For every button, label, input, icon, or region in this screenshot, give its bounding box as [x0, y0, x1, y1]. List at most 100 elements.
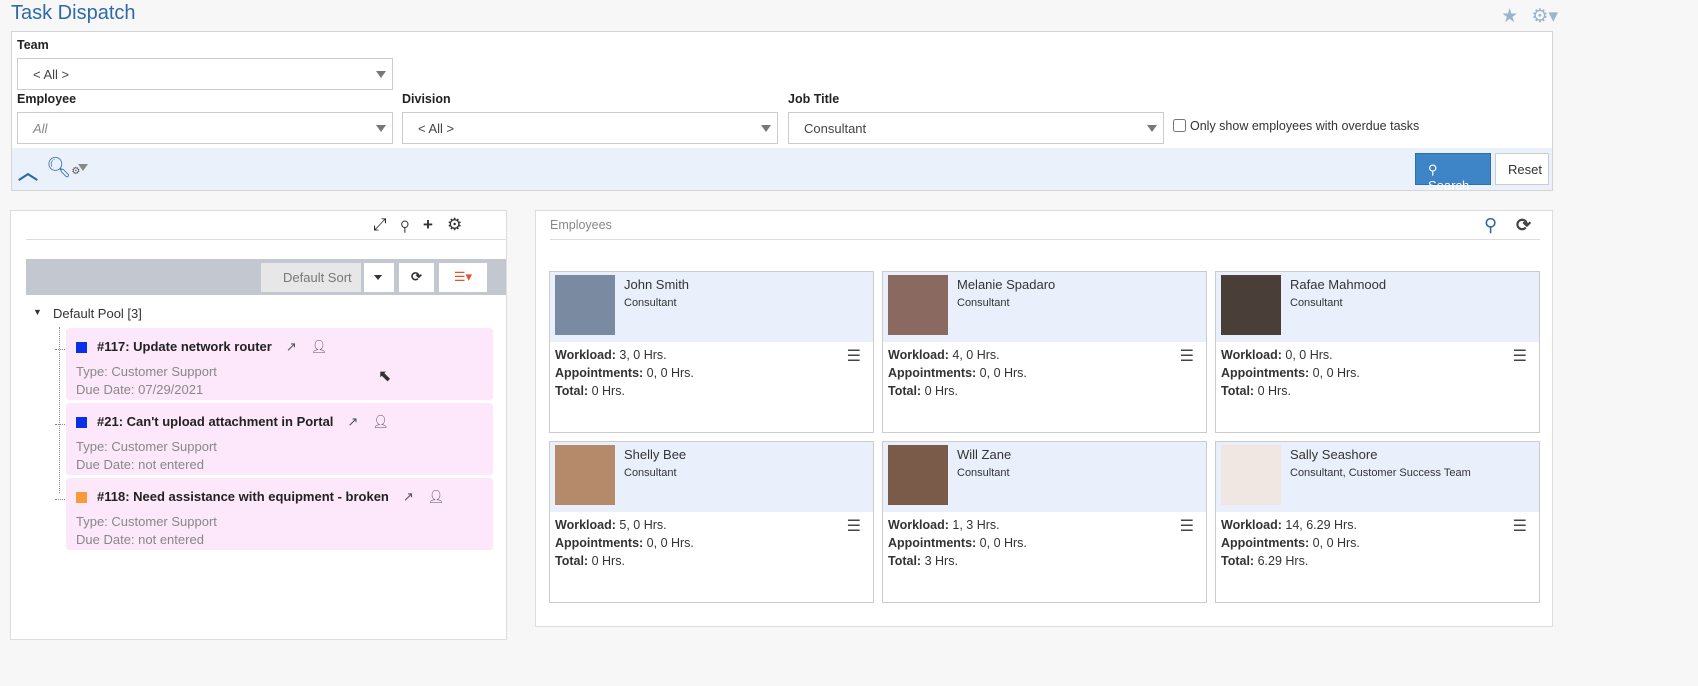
workload-value: 5, 0 Hrs.: [619, 518, 667, 532]
filter-toolbar: ︿ 🔍︎⚙ ⚲ Search Reset: [12, 148, 1552, 193]
employee-card-header: Sally Seashore Consultant, Customer Succ…: [1216, 442, 1539, 512]
sort-dropdown-button[interactable]: [364, 263, 394, 292]
open-external-icon[interactable]: ↗: [403, 489, 414, 505]
chevron-down-icon: [376, 125, 386, 132]
appointments-label: Appointments:: [1221, 366, 1310, 380]
appointments-value: 0, 0 Hrs.: [979, 536, 1027, 550]
mouse-cursor-icon: ⬉: [378, 368, 392, 385]
overdue-checkbox-row[interactable]: Only show employees with overdue tasks: [1173, 119, 1419, 133]
division-label: Division: [402, 92, 451, 106]
assign-contact-icon[interactable]: 👤︎: [311, 339, 328, 355]
view-options-button[interactable]: ☰▾: [439, 263, 487, 292]
add-icon[interactable]: +: [423, 215, 447, 234]
task-list-icon[interactable]: ☰: [1180, 346, 1194, 366]
open-external-icon[interactable]: ↗: [286, 339, 297, 355]
task-type: Type: Customer Support: [76, 514, 217, 529]
workload-label: Workload:: [555, 518, 616, 532]
employees-title: Employees: [550, 218, 612, 232]
workload-label: Workload:: [1221, 518, 1282, 532]
task-item[interactable]: #118: Need assistance with equipment - b…: [66, 478, 493, 550]
total-value: 6.29 Hrs.: [1257, 554, 1309, 568]
employee-name: Shelly Bee: [624, 447, 687, 462]
task-list-icon[interactable]: ☰: [1513, 516, 1527, 536]
employee-card[interactable]: Sally Seashore Consultant, Customer Succ…: [1215, 441, 1540, 603]
total-value: 0 Hrs.: [924, 384, 958, 398]
team-select[interactable]: < All >: [17, 58, 393, 90]
pool-label[interactable]: Default Pool [3]: [53, 306, 142, 321]
employee-job-title: Consultant: [957, 297, 1010, 309]
employee-job-title: Consultant: [957, 467, 1010, 479]
workload-label: Workload:: [1221, 348, 1282, 362]
employee-select[interactable]: All: [17, 112, 393, 144]
settings-gear-icon[interactable]: ⚙: [447, 215, 476, 234]
employee-name: Will Zane: [957, 447, 1012, 462]
employee-name: Rafae Mahmood: [1290, 277, 1387, 292]
tree-branch: [55, 499, 65, 500]
chevron-down-icon: [761, 125, 771, 132]
avatar: [888, 445, 948, 505]
reset-button[interactable]: Reset: [1495, 153, 1549, 185]
appointments-value: 0, 0 Hrs.: [646, 366, 694, 380]
total-label: Total:: [1221, 384, 1255, 398]
task-item[interactable]: #21: Can't upload attachment in Portal ↗ 👤…: [66, 403, 493, 475]
refresh-button[interactable]: ⟳: [399, 263, 434, 292]
refresh-icon[interactable]: ⟳: [1516, 215, 1531, 236]
task-item[interactable]: #117: Update network router ↗ 👤︎ Type: Cus…: [66, 328, 493, 400]
search-icon[interactable]: ⚲: [1484, 215, 1497, 236]
employees-panel: Employees ⚲ ⟳ John Smith Consultant ☰ Wo…: [535, 210, 1553, 627]
collapse-triangle-icon[interactable]: ▼: [33, 307, 42, 317]
employee-card[interactable]: John Smith Consultant ☰ Workload: 3, 0 H…: [549, 271, 874, 433]
task-list-icon[interactable]: ☰: [1513, 346, 1527, 366]
sort-button[interactable]: Default Sort: [261, 263, 361, 292]
divider: [26, 239, 506, 240]
appointments-label: Appointments:: [555, 536, 644, 550]
task-list-icon[interactable]: ☰: [1180, 516, 1194, 536]
dropdown-caret-icon[interactable]: [78, 164, 88, 171]
workload-value: 4, 0 Hrs.: [952, 348, 1000, 362]
appointments-value: 0, 0 Hrs.: [1312, 536, 1360, 550]
total-label: Total:: [555, 384, 589, 398]
open-external-icon[interactable]: ↗: [347, 414, 358, 430]
tree-line: [59, 327, 60, 493]
tasks-panel: ⤢⚲+⚙ Default Sort ⟳ ☰▾ ▼ Default Pool [3…: [10, 210, 507, 640]
total-label: Total:: [888, 384, 922, 398]
task-due-date: Due Date: not entered: [76, 532, 204, 547]
priority-color-icon: [76, 492, 87, 503]
division-select[interactable]: < All >: [402, 112, 778, 144]
avatar: [555, 275, 615, 335]
employee-value: All: [33, 121, 48, 136]
task-list-icon[interactable]: ☰: [847, 346, 861, 366]
filter-panel: Team < All > Employee All Division < All…: [11, 31, 1553, 193]
job-title-select[interactable]: Consultant: [788, 112, 1164, 144]
task-list-icon[interactable]: ☰: [847, 516, 861, 536]
overdue-checkbox[interactable]: [1173, 119, 1186, 132]
team-label: Team: [17, 38, 49, 52]
job-title-label: Job Title: [788, 92, 840, 106]
settings-gear-icon[interactable]: ⚙▾: [1531, 6, 1558, 27]
priority-color-icon: [76, 417, 87, 428]
panel-tools: ⤢⚲+⚙: [373, 215, 476, 235]
employee-card-header: Shelly Bee Consultant: [550, 442, 873, 512]
search-settings-icon[interactable]: 🔍︎⚙: [46, 155, 80, 180]
page-title: Task Dispatch: [11, 2, 136, 24]
assign-contact-icon[interactable]: 👤︎: [428, 489, 445, 505]
search-icon[interactable]: ⚲: [401, 215, 423, 234]
appointments-label: Appointments:: [555, 366, 644, 380]
employee-card[interactable]: Shelly Bee Consultant ☰ Workload: 5, 0 H…: [549, 441, 874, 603]
collapse-chevron-up-icon[interactable]: ︿: [18, 156, 38, 185]
employee-card-header: Will Zane Consultant: [883, 442, 1206, 512]
favorite-star-icon[interactable]: ★: [1501, 6, 1518, 27]
assign-contact-icon[interactable]: 👤︎: [372, 414, 389, 430]
employee-card[interactable]: Melanie Spadaro Consultant ☰ Workload: 4…: [882, 271, 1207, 433]
workload-label: Workload:: [888, 518, 949, 532]
workload-value: 0, 0 Hrs.: [1285, 348, 1333, 362]
employee-card-header: John Smith Consultant: [550, 272, 873, 342]
total-value: 0 Hrs.: [591, 554, 625, 568]
search-button[interactable]: ⚲ Search: [1415, 153, 1491, 193]
refresh-icon: ⟳: [411, 269, 422, 284]
appointments-value: 0, 0 Hrs.: [646, 536, 694, 550]
expand-icon[interactable]: ⤢: [373, 215, 401, 234]
employee-card[interactable]: Will Zane Consultant ☰ Workload: 1, 3 Hr…: [882, 441, 1207, 603]
employee-card[interactable]: Rafae Mahmood Consultant ☰ Workload: 0, …: [1215, 271, 1540, 433]
total-value: 0 Hrs.: [1257, 384, 1291, 398]
